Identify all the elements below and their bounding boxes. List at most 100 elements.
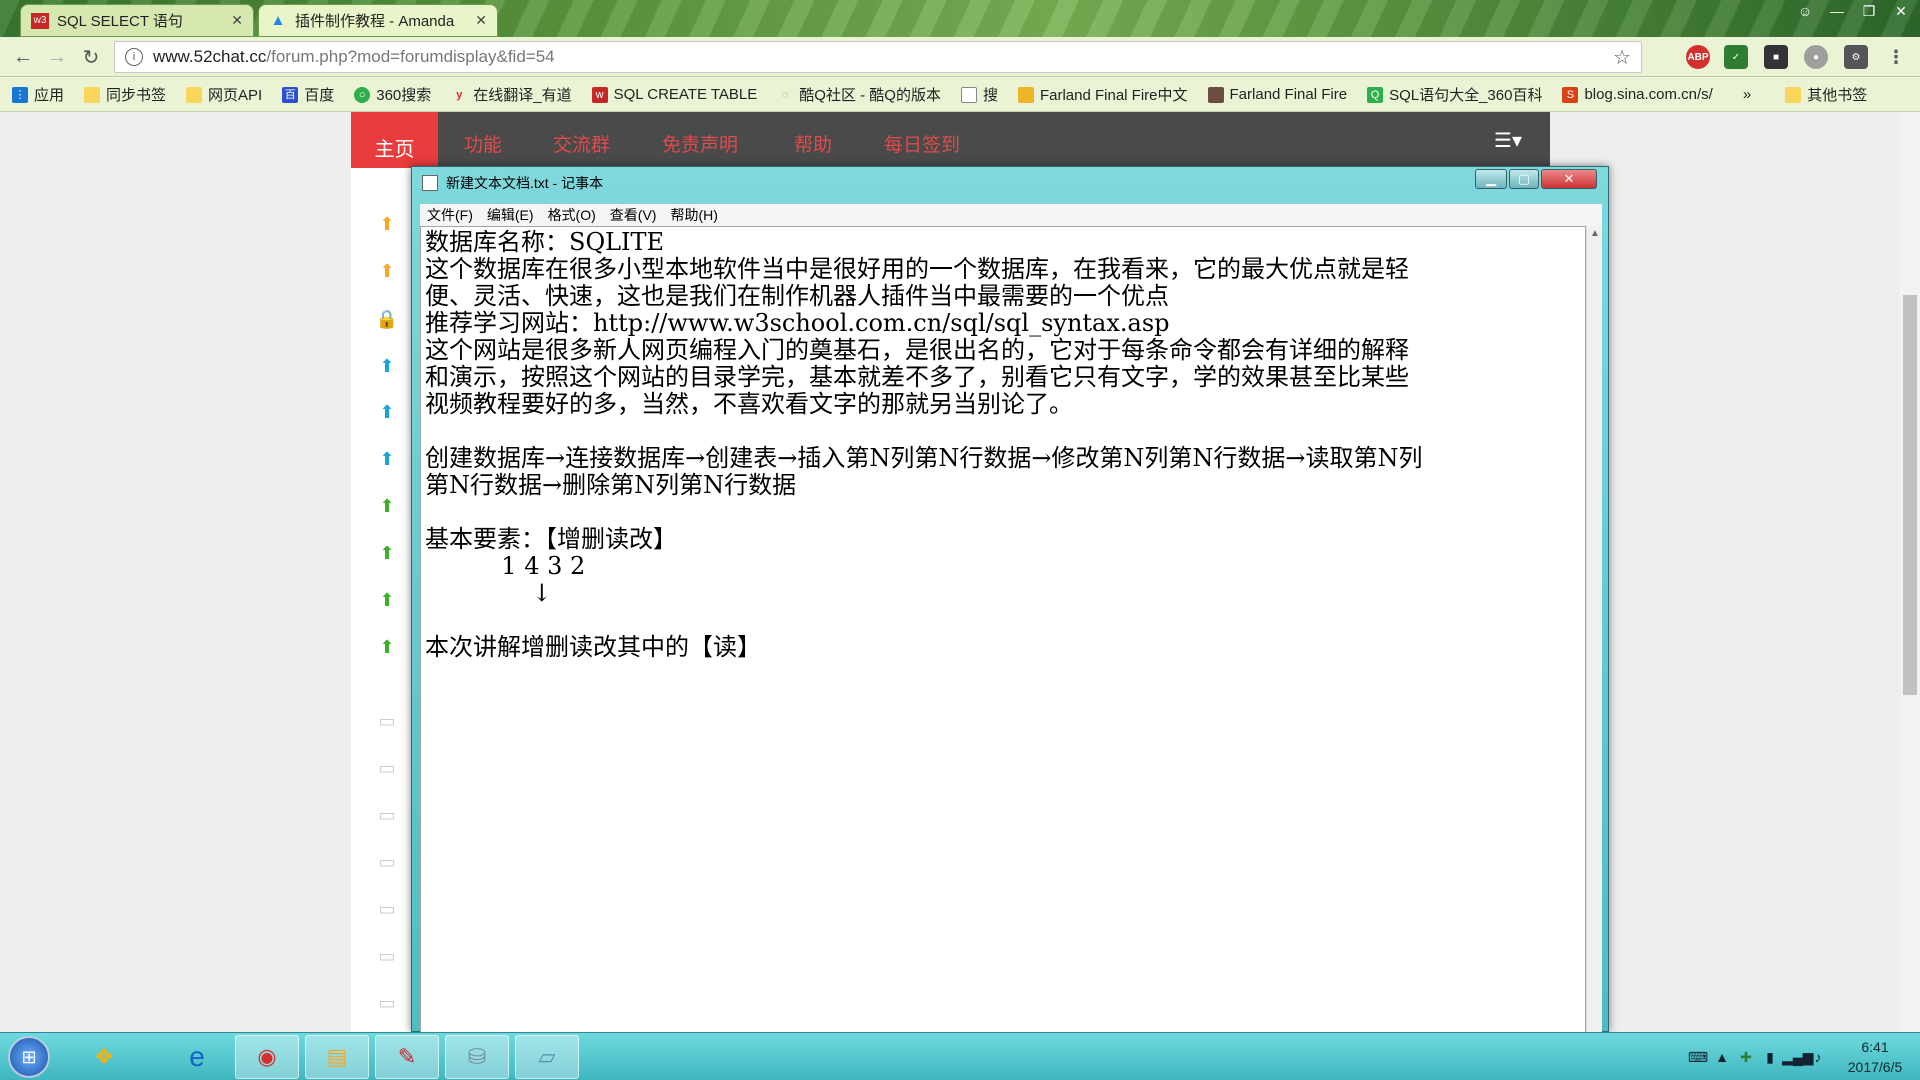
thread-icon[interactable]: ⬆ xyxy=(376,542,398,564)
thread-icon-column: ⬆ ⬆ 🔒 ⬆ ⬆ ⬆ ⬆ ⬆ ⬆ ⬆ ▭ ▭ ▭ ▭ ▭ ▭ ▭ xyxy=(351,168,411,1032)
folder-icon xyxy=(1785,86,1802,103)
info-icon[interactable]: i xyxy=(125,48,143,66)
other-bookmarks[interactable]: 其他书签 xyxy=(1785,84,1867,105)
scrollbar-thumb[interactable] xyxy=(1903,295,1917,695)
file-icon[interactable]: ▭ xyxy=(376,945,398,967)
pinned-thread-icon[interactable]: ⬆ xyxy=(376,213,398,235)
close-tab-icon[interactable]: ✕ xyxy=(231,12,243,29)
address-bar[interactable]: i www.52chat.cc/forum.php?mod=forumdispl… xyxy=(114,41,1642,73)
chrome-icon[interactable]: ◉ xyxy=(235,1035,299,1079)
user-icon[interactable]: ☺ xyxy=(1790,0,1820,22)
thread-icon[interactable]: ⬆ xyxy=(376,589,398,611)
menu-view[interactable]: 查看(V) xyxy=(610,205,657,225)
nav-disclaimer[interactable]: 免责声明 xyxy=(662,130,738,157)
bookmark-link[interactable]: Sblog.sina.com.cn/s/ xyxy=(1562,86,1713,103)
minimize-icon[interactable]: — xyxy=(1822,0,1852,22)
thread-icon[interactable]: ⬆ xyxy=(376,636,398,658)
nav-home[interactable]: 主页 xyxy=(351,112,438,168)
scroll-up-icon[interactable]: ▲ xyxy=(1590,228,1600,239)
file-icon[interactable]: ▭ xyxy=(376,710,398,732)
close-window-icon[interactable]: ✕ xyxy=(1886,0,1916,22)
forward-icon[interactable]: → xyxy=(44,45,70,69)
thread-icon[interactable]: ⬆ xyxy=(376,495,398,517)
keyboard-icon[interactable]: ⌨ xyxy=(1686,1049,1710,1066)
tool-extension-icon[interactable]: ⚙ xyxy=(1844,45,1868,69)
clock[interactable]: 6:41 2017/6/5 xyxy=(1830,1037,1920,1077)
battery-icon[interactable]: ▮ xyxy=(1758,1049,1782,1066)
file-icon[interactable]: ▭ xyxy=(376,851,398,873)
back-icon[interactable]: ← xyxy=(10,45,36,69)
bookmark-link[interactable]: Farland Final Fire中文 xyxy=(1017,84,1188,105)
ms-store-icon[interactable]: ❖ xyxy=(72,1035,136,1079)
notepad-menubar: 文件(F) 编辑(E) 格式(O) 查看(V) 帮助(H) xyxy=(420,204,1602,226)
tab-plugin-tutorial[interactable]: ▲ 插件制作教程 - Amanda ✕ xyxy=(258,4,498,37)
paint-icon[interactable]: ✎ xyxy=(375,1035,439,1079)
db-icon[interactable]: ⛁ xyxy=(445,1035,509,1079)
file-icon[interactable]: ▭ xyxy=(376,804,398,826)
browser-toolbar: ← → ↻ i www.52chat.cc/forum.php?mod=foru… xyxy=(0,37,1920,77)
nav-features[interactable]: 功能 xyxy=(464,130,502,157)
editor-scrollbar[interactable]: ▲ xyxy=(1586,226,1602,1033)
taskbar: ⊞ ❖ e ◉ ▤ ✎ ⛁ ▱ ⌨ ▲ ✚ ▮ ▂▄▆ ♪ 6:41 2017/… xyxy=(0,1032,1920,1080)
thread-icon[interactable]: ⬆ xyxy=(376,355,398,377)
bookmark-apps[interactable]: ⋮ 应用 xyxy=(12,84,64,105)
close-icon[interactable]: ✕ xyxy=(1541,169,1597,189)
bookmark-link[interactable]: Q SQL语句大全_360百科 xyxy=(1367,84,1542,105)
signal-icon[interactable]: ▂▄▆ xyxy=(1782,1049,1813,1066)
bookmark-link[interactable]: 搜 xyxy=(960,84,998,105)
minimize-icon[interactable]: ▁ xyxy=(1475,169,1507,189)
nav-help[interactable]: 帮助 xyxy=(794,130,832,157)
page-icon xyxy=(960,86,977,103)
more-bookmarks-button[interactable]: » xyxy=(1743,86,1751,103)
tab-label: SQL SELECT 语句 xyxy=(57,13,183,30)
bookmark-folder[interactable]: 网页API xyxy=(186,84,262,105)
file-icon[interactable]: ▭ xyxy=(376,992,398,1014)
maximize-icon[interactable]: ▢ xyxy=(1509,169,1539,189)
bookmark-link[interactable]: 百百度 xyxy=(282,84,334,105)
menu-format[interactable]: 格式(O) xyxy=(548,205,596,225)
menu-file[interactable]: 文件(F) xyxy=(427,205,473,225)
adblock-icon[interactable]: ABP xyxy=(1686,45,1710,69)
browser-tab-bar: w3 SQL SELECT 语句 ✕ ▲ 插件制作教程 - Amanda ✕ ☺… xyxy=(0,0,1920,37)
thread-icon[interactable]: ⬆ xyxy=(376,448,398,470)
lock-icon[interactable]: 🔒 xyxy=(376,308,398,330)
pinned-thread-icon[interactable]: ⬆ xyxy=(376,260,398,282)
menu-icon[interactable]: ⋮ xyxy=(1884,45,1908,69)
document-text[interactable]: 数据库名称：SQLITE 这个数据库在很多小型本地软件当中是很好用的一个数据库，… xyxy=(425,229,1423,661)
bookmark-link[interactable]: ◌ 酷Q社区 - 酷Q的版本 xyxy=(777,84,941,105)
file-icon[interactable]: ▭ xyxy=(376,757,398,779)
explorer-icon[interactable]: ▤ xyxy=(305,1035,369,1079)
nav-checkin[interactable]: 每日签到 xyxy=(884,130,960,157)
start-button[interactable]: ⊞ xyxy=(8,1036,50,1078)
bookmark-link[interactable]: ○ 360搜索 xyxy=(354,84,431,105)
menu-help[interactable]: 帮助(H) xyxy=(670,205,717,225)
circle-extension-icon[interactable]: ● xyxy=(1804,45,1828,69)
text-editor-area[interactable]: 数据库名称：SQLITE 这个数据库在很多小型本地软件当中是很好用的一个数据库，… xyxy=(420,226,1586,1033)
thread-icon[interactable]: ⬆ xyxy=(376,401,398,423)
shield-icon[interactable]: ✓ xyxy=(1724,45,1748,69)
restore-icon[interactable]: ❐ xyxy=(1854,0,1884,22)
list-menu-icon[interactable]: ☰▾ xyxy=(1494,128,1522,153)
bookmark-link[interactable]: Farland Final Fire xyxy=(1207,86,1347,103)
bookmark-folder[interactable]: 同步书签 xyxy=(84,84,166,105)
extension-icon[interactable]: ■ xyxy=(1764,45,1788,69)
volume-icon[interactable]: ♪ xyxy=(1806,1049,1830,1065)
tab-label: 插件制作教程 - Amanda xyxy=(295,13,455,30)
page-scrollbar[interactable] xyxy=(1900,112,1920,1032)
reload-icon[interactable]: ↻ xyxy=(78,45,104,69)
bookmark-link[interactable]: y 在线翻译_有道 xyxy=(451,84,571,105)
site-navigation: 主页 功能 交流群 免责声明 帮助 每日签到 ☰▾ xyxy=(351,112,1550,168)
close-tab-icon[interactable]: ✕ xyxy=(475,12,487,29)
url-host: www.52chat.cc xyxy=(153,47,267,66)
menu-edit[interactable]: 编辑(E) xyxy=(487,205,534,225)
file-icon[interactable]: ▭ xyxy=(376,898,398,920)
tab-sql-select[interactable]: w3 SQL SELECT 语句 ✕ xyxy=(20,4,254,37)
notepad-icon[interactable]: ▱ xyxy=(515,1035,579,1079)
ie-icon[interactable]: e xyxy=(165,1035,229,1079)
bookmark-link[interactable]: w SQL CREATE TABLE xyxy=(591,86,757,103)
nav-group[interactable]: 交流群 xyxy=(553,130,610,157)
show-hidden-icon[interactable]: ▲ xyxy=(1710,1049,1734,1065)
add-icon[interactable]: ✚ xyxy=(1734,1049,1758,1066)
bookmark-star-icon[interactable]: ☆ xyxy=(1613,45,1631,70)
folder-icon xyxy=(186,86,203,103)
